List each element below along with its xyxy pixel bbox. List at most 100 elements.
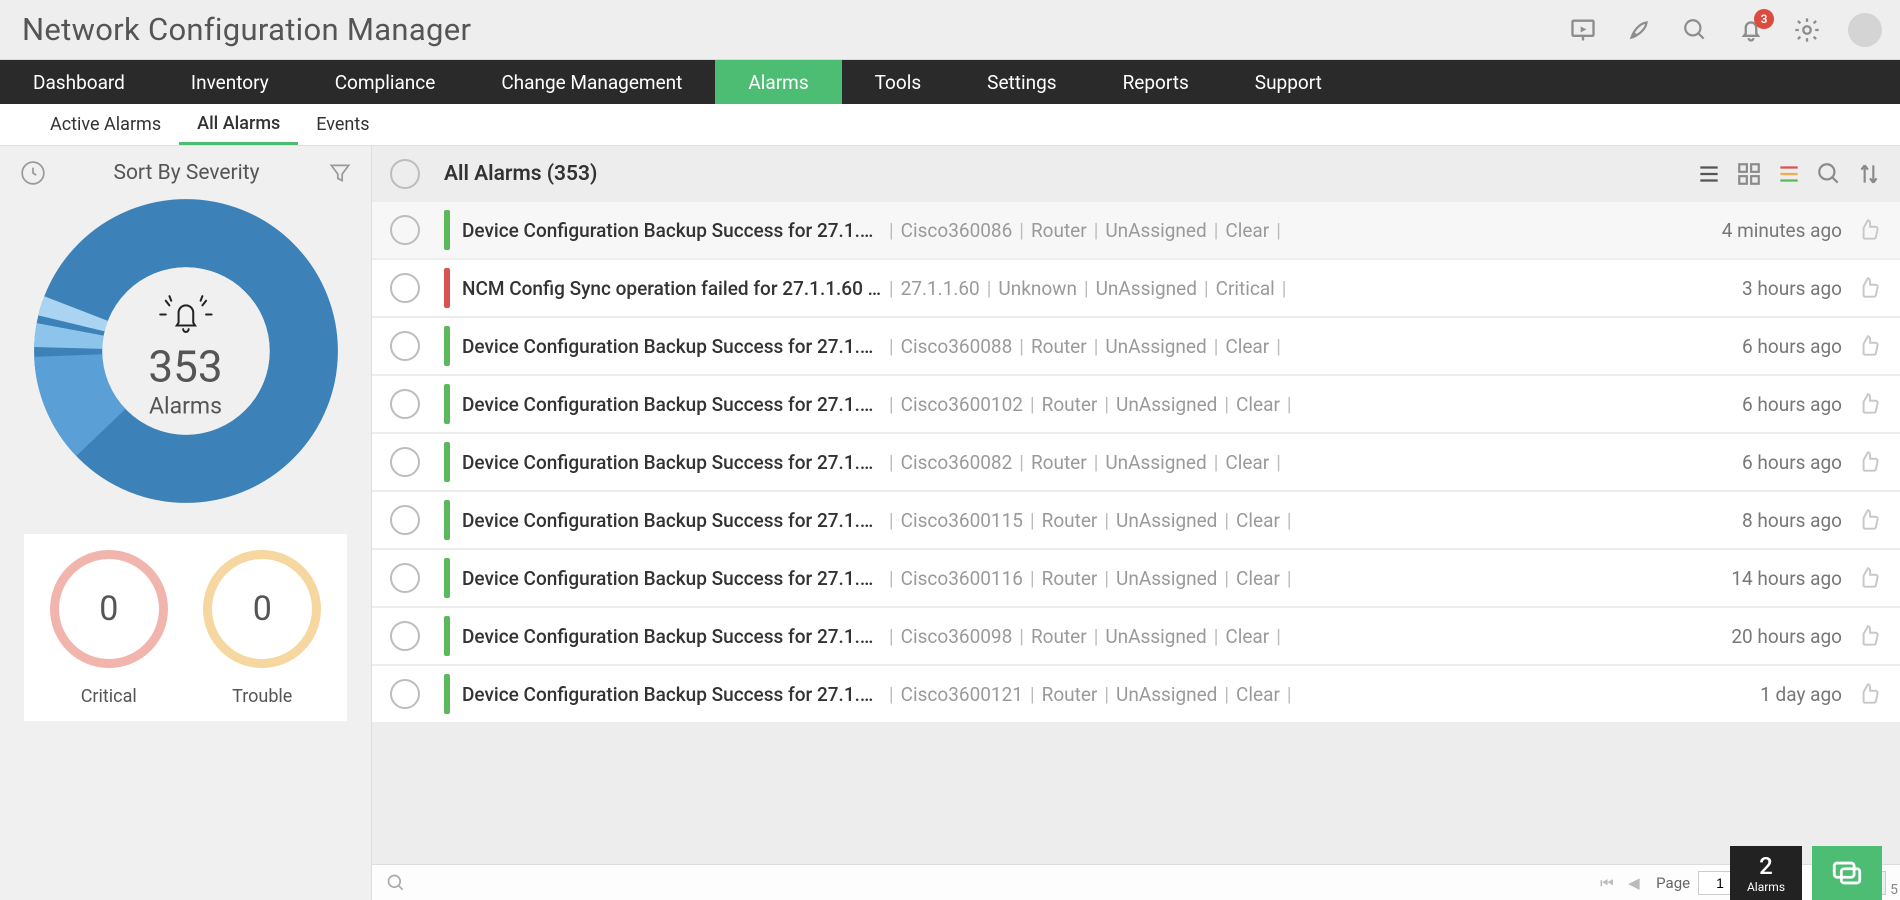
row-checkbox[interactable] — [390, 505, 420, 535]
color-view-icon[interactable] — [1776, 161, 1802, 187]
severity-donut[interactable]: 353 Alarms — [0, 196, 371, 516]
alarm-status: Clear — [1236, 567, 1280, 590]
pager-page-label: Page — [1656, 874, 1690, 892]
nav-tab-support[interactable]: Support — [1222, 60, 1355, 104]
grid-view-icon[interactable] — [1736, 161, 1762, 187]
alarm-category: Router — [1031, 219, 1087, 242]
row-checkbox[interactable] — [390, 563, 420, 593]
trouble-count: 0 — [203, 550, 321, 668]
alarm-total-label: Alarms — [148, 393, 222, 420]
alarm-message: Device Configuration Backup Success for … — [462, 393, 882, 416]
pager-prev-icon[interactable]: ◀ — [1628, 874, 1648, 892]
thumbs-up-icon[interactable] — [1856, 333, 1882, 359]
row-checkbox[interactable] — [390, 331, 420, 361]
sidebar: Sort By Severity — [0, 146, 372, 900]
nav-tab-dashboard[interactable]: Dashboard — [0, 60, 158, 104]
severity-bar — [444, 268, 450, 308]
thumbs-up-icon[interactable] — [1856, 275, 1882, 301]
sort-by-label[interactable]: Sort By Severity — [46, 161, 327, 185]
alarm-assigned: UnAssigned — [1105, 335, 1206, 358]
filter-icon[interactable] — [327, 160, 353, 186]
thumbs-up-icon[interactable] — [1856, 449, 1882, 475]
thumbs-up-icon[interactable] — [1856, 507, 1882, 533]
row-checkbox[interactable] — [390, 215, 420, 245]
alarm-bell-icon — [155, 293, 217, 337]
search-icon[interactable] — [1680, 15, 1710, 45]
bell-icon[interactable]: 3 — [1736, 15, 1766, 45]
sidebar-top-row: Sort By Severity — [0, 154, 371, 190]
thumbs-up-icon[interactable] — [1856, 391, 1882, 417]
list-footer: ⏮ ◀ Page of 4 ▶ ⏭ 100 — [372, 864, 1900, 900]
thumbs-up-icon[interactable] — [1856, 681, 1882, 707]
severity-bar — [444, 558, 450, 598]
list-title: All Alarms (353) — [444, 162, 1696, 186]
alarm-host: Cisco3600115 — [901, 509, 1023, 532]
alarm-host: Cisco360082 — [901, 451, 1013, 474]
app-header: Network Configuration Manager 3 — [0, 0, 1900, 60]
trouble-label: Trouble — [232, 686, 292, 707]
pager-first-icon[interactable]: ⏮ — [1600, 874, 1620, 892]
nav-tab-alarms[interactable]: Alarms — [715, 60, 841, 104]
alarm-toast-count: 2 — [1759, 852, 1773, 880]
severity-trouble-tile[interactable]: 0 Trouble — [186, 550, 340, 707]
row-checkbox[interactable] — [390, 679, 420, 709]
alarm-time: 4 minutes ago — [1722, 219, 1856, 242]
presentation-icon[interactable] — [1568, 15, 1598, 45]
alarm-row[interactable]: Device Configuration Backup Success for … — [372, 492, 1900, 548]
nav-tab-settings[interactable]: Settings — [954, 60, 1089, 104]
alarm-message: NCM Config Sync operation failed for 27.… — [462, 277, 882, 300]
alarm-row[interactable]: Device Configuration Backup Success for … — [372, 376, 1900, 432]
row-checkbox[interactable] — [390, 389, 420, 419]
subnav-tab-active-alarms[interactable]: Active Alarms — [32, 104, 179, 145]
chat-icon[interactable] — [1812, 846, 1882, 900]
alarm-row[interactable]: Device Configuration Backup Success for … — [372, 434, 1900, 490]
footer-search-icon[interactable] — [386, 873, 406, 893]
alarm-assigned: UnAssigned — [1105, 451, 1206, 474]
notification-badge: 3 — [1754, 9, 1774, 29]
alarm-status: Clear — [1225, 451, 1269, 474]
nav-tab-compliance[interactable]: Compliance — [302, 60, 469, 104]
alarm-time: 6 hours ago — [1742, 451, 1856, 474]
thumbs-up-icon[interactable] — [1856, 565, 1882, 591]
header-icon-bar: 3 — [1568, 13, 1900, 47]
avatar[interactable] — [1848, 13, 1882, 47]
critical-count: 0 — [50, 550, 168, 668]
clock-icon[interactable] — [20, 160, 46, 186]
alarm-toast-label: Alarms — [1747, 880, 1785, 894]
alarm-status: Clear — [1236, 393, 1280, 416]
alarm-row[interactable]: Device Configuration Backup Success for … — [372, 666, 1900, 722]
row-checkbox[interactable] — [390, 447, 420, 477]
thumbs-up-icon[interactable] — [1856, 623, 1882, 649]
subnav-tab-events[interactable]: Events — [298, 104, 387, 145]
sort-icon[interactable] — [1856, 161, 1882, 187]
nav-tab-inventory[interactable]: Inventory — [158, 60, 302, 104]
row-checkbox[interactable] — [390, 621, 420, 651]
corner-number: 5 — [1890, 882, 1898, 898]
alarm-row[interactable]: Device Configuration Backup Success for … — [372, 202, 1900, 258]
alarm-time: 6 hours ago — [1742, 393, 1856, 416]
alarm-row[interactable]: Device Configuration Backup Success for … — [372, 550, 1900, 606]
thumbs-up-icon[interactable] — [1856, 217, 1882, 243]
list-view-icon[interactable] — [1696, 161, 1722, 187]
row-search-icon[interactable] — [1816, 161, 1842, 187]
rocket-icon[interactable] — [1624, 15, 1654, 45]
alarm-toast[interactable]: 2 Alarms — [1730, 846, 1802, 900]
row-checkbox[interactable] — [390, 273, 420, 303]
nav-tab-change-management[interactable]: Change Management — [468, 60, 715, 104]
alarm-row[interactable]: Device Configuration Backup Success for … — [372, 608, 1900, 664]
alarm-host: Cisco3600102 — [901, 393, 1023, 416]
select-all-checkbox[interactable] — [390, 159, 420, 189]
alarm-message: Device Configuration Backup Success for … — [462, 219, 882, 242]
list-header: All Alarms (353) — [372, 146, 1900, 202]
alarm-time: 3 hours ago — [1742, 277, 1856, 300]
severity-bar — [444, 616, 450, 656]
subnav-tab-all-alarms[interactable]: All Alarms — [179, 104, 298, 145]
alarm-row[interactable]: Device Configuration Backup Success for … — [372, 318, 1900, 374]
alarm-assigned: UnAssigned — [1116, 567, 1217, 590]
gear-icon[interactable] — [1792, 15, 1822, 45]
alarm-row[interactable]: NCM Config Sync operation failed for 27.… — [372, 260, 1900, 316]
nav-tab-tools[interactable]: Tools — [842, 60, 955, 104]
severity-critical-tile[interactable]: 0 Critical — [32, 550, 186, 707]
nav-tab-reports[interactable]: Reports — [1090, 60, 1222, 104]
alarm-rows: Device Configuration Backup Success for … — [372, 202, 1900, 864]
